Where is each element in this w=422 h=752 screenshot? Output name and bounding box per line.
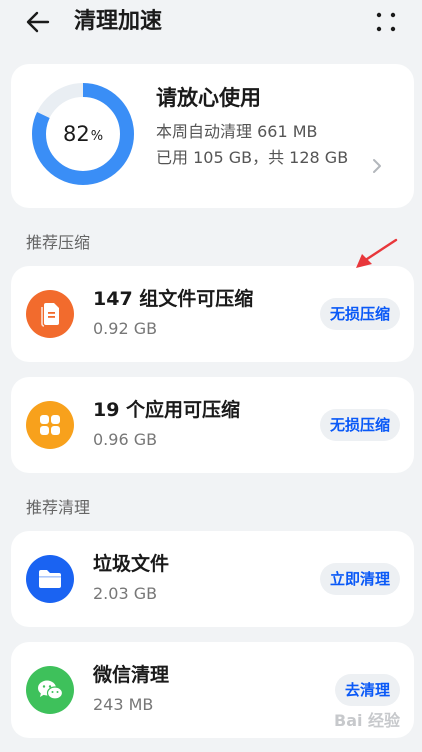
item-title: 19 个应用可压缩 [93,399,241,421]
list-item-junk-files[interactable]: 垃圾文件 2.03 GB 立即清理 [11,531,414,627]
ring-percent-value: 82 [62,122,90,146]
lossless-compress-button[interactable]: 无损压缩 [319,298,400,330]
storage-status-card[interactable]: 82% 请放心使用 本周自动清理 661 MB 已用 105 GB，共 128 … [11,64,414,208]
item-size: 2.03 GB [93,584,158,603]
more-options-button[interactable] [370,6,402,38]
arrow-left-icon [26,11,50,33]
item-title: 微信清理 [93,664,170,686]
folder-icon [26,555,74,603]
document-icon [26,290,74,338]
clean-now-button[interactable]: 立即清理 [319,563,400,595]
more-dots-icon [376,12,396,32]
ring-label: 82% [31,82,135,186]
list-item-file-compress[interactable]: 147 组文件可压缩 0.92 GB 无损压缩 [11,266,414,362]
back-button[interactable] [22,6,54,38]
list-item-app-compress[interactable]: 19 个应用可压缩 0.96 GB 无损压缩 [11,377,414,473]
watermark-text: Bai 经验 [334,711,401,730]
storage-usage-text: 已用 105 GB，共 128 GB [156,148,349,167]
item-title: 垃圾文件 [93,553,170,575]
wechat-icon [26,666,74,714]
item-size: 0.92 GB [93,319,158,338]
item-size: 0.96 GB [93,430,158,449]
status-title: 请放心使用 [156,86,261,110]
item-title: 147 组文件可压缩 [93,288,254,310]
annotation-arrow-icon [356,238,398,268]
app-header: 清理加速 [0,0,422,44]
lossless-compress-button[interactable]: 无损压缩 [319,409,400,441]
go-clean-button[interactable]: 去清理 [334,674,400,706]
item-size: 243 MB [93,695,154,714]
apps-grid-icon [26,401,74,449]
section-title-clean: 推荐清理 [26,498,91,517]
section-title-compress: 推荐压缩 [26,233,91,252]
weekly-cleaned-text: 本周自动清理 661 MB [156,122,318,141]
chevron-right-icon [373,159,381,173]
page-title: 清理加速 [74,9,163,34]
ring-percent-unit: % [90,128,104,144]
